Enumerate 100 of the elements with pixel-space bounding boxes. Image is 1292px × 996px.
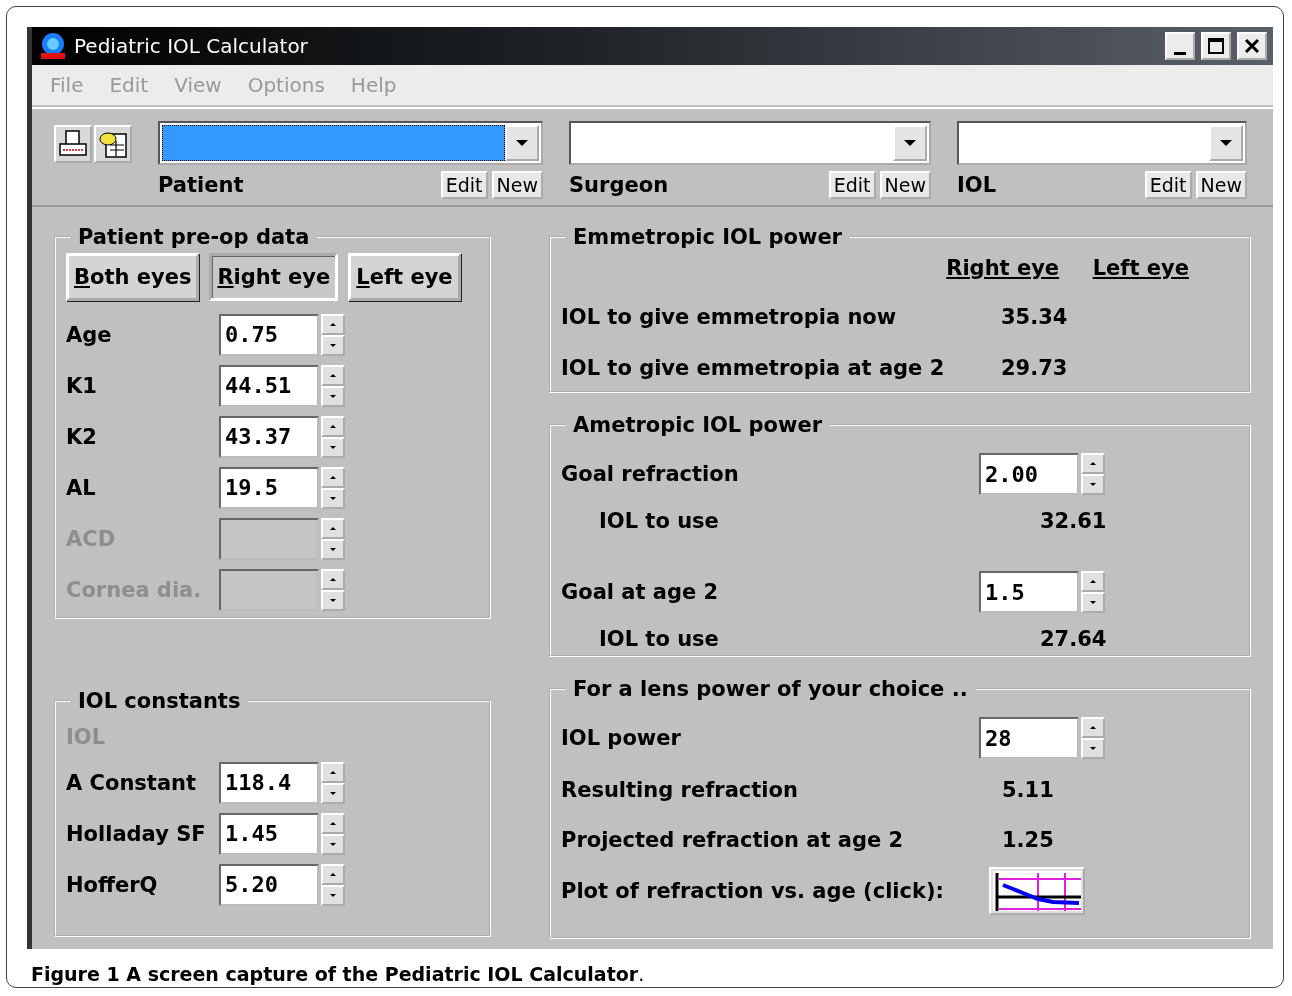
down-arrow-icon bbox=[330, 343, 336, 347]
selector-label: Surgeon bbox=[569, 173, 670, 197]
number-field[interactable]: 28 bbox=[979, 717, 1079, 759]
spin-up-button[interactable] bbox=[321, 364, 345, 386]
dropdown-field[interactable] bbox=[569, 121, 931, 165]
spin-down-button[interactable] bbox=[321, 833, 345, 855]
plot-button[interactable] bbox=[989, 867, 1085, 915]
figure-caption: Figure 1 A screen capture of the Pediatric IOL Calculator. bbox=[31, 963, 646, 985]
spin-down-button[interactable] bbox=[321, 436, 345, 458]
spin-down-button[interactable] bbox=[1081, 738, 1105, 759]
spin-down-button[interactable] bbox=[321, 589, 345, 611]
down-arrow-icon bbox=[330, 394, 336, 398]
result-value: 35.34 bbox=[1001, 304, 1068, 329]
spin-down-button[interactable] bbox=[1081, 474, 1105, 495]
result-label: Resulting refraction bbox=[561, 778, 799, 802]
spin-down-button[interactable] bbox=[321, 538, 345, 560]
line-chart-icon bbox=[993, 871, 1081, 911]
up-arrow-icon bbox=[1090, 580, 1096, 583]
number-field[interactable]: 43.37 bbox=[219, 415, 319, 458]
close-button[interactable] bbox=[1237, 32, 1267, 60]
caret-icon bbox=[1220, 140, 1232, 146]
dropdown-button[interactable] bbox=[893, 125, 927, 161]
window-title: Pediatric IOL Calculator bbox=[74, 34, 309, 58]
spin-down-button[interactable] bbox=[321, 334, 345, 356]
down-arrow-icon bbox=[1090, 483, 1096, 486]
result-label: IOL to use bbox=[598, 509, 720, 533]
group-title: IOL constants bbox=[77, 689, 242, 713]
record-button[interactable]: New bbox=[1195, 171, 1247, 199]
spin-up-button[interactable] bbox=[321, 415, 345, 437]
up-arrow-icon bbox=[330, 577, 336, 581]
number-field[interactable]: 1.45 bbox=[219, 812, 319, 855]
spin-down-button[interactable] bbox=[321, 487, 345, 509]
number-field[interactable]: 1.5 bbox=[979, 571, 1079, 613]
down-arrow-icon bbox=[330, 893, 336, 897]
result-value: 29.73 bbox=[1001, 355, 1068, 380]
field-label: Goal at age 2 bbox=[561, 580, 720, 604]
column-header: Left eye bbox=[1092, 256, 1190, 280]
down-arrow-icon bbox=[330, 842, 336, 846]
down-arrow-icon bbox=[330, 547, 336, 551]
group-title: Patient pre-op data bbox=[77, 225, 311, 249]
eye-button[interactable]: Right eye bbox=[209, 253, 339, 301]
up-arrow-icon bbox=[330, 770, 336, 774]
number-field[interactable]: 2.00 bbox=[979, 453, 1079, 495]
record-button[interactable]: New bbox=[879, 171, 931, 199]
app-logo-icon bbox=[38, 31, 68, 61]
number-field[interactable]: 19.5 bbox=[219, 466, 319, 509]
print-button[interactable] bbox=[54, 125, 92, 163]
spin-down-button[interactable] bbox=[321, 385, 345, 407]
spin-up-button[interactable] bbox=[321, 761, 345, 783]
result-label: IOL to give emmetropia now bbox=[561, 304, 898, 329]
number-field[interactable]: 118.4 bbox=[219, 761, 319, 804]
dropdown-button[interactable] bbox=[505, 125, 539, 161]
group-title: Ametropic IOL power bbox=[572, 413, 823, 437]
maximize-button[interactable] bbox=[1201, 32, 1231, 60]
spin-up-button[interactable] bbox=[321, 812, 345, 834]
spin-up-button[interactable] bbox=[1081, 453, 1105, 474]
spin-up-button[interactable] bbox=[321, 517, 345, 539]
spin-up-button[interactable] bbox=[321, 313, 345, 335]
dropdown-button[interactable] bbox=[1209, 125, 1243, 161]
down-arrow-icon bbox=[1090, 747, 1096, 750]
column-header: Right eye bbox=[946, 256, 1061, 280]
minimize-button[interactable] bbox=[1165, 32, 1195, 60]
result-value: 32.61 bbox=[1039, 509, 1107, 533]
dropdown-field[interactable] bbox=[957, 121, 1247, 165]
spin-up-button[interactable] bbox=[321, 466, 345, 488]
up-arrow-icon bbox=[330, 322, 336, 326]
record-button[interactable]: Edit bbox=[828, 171, 876, 199]
worksheet-button[interactable] bbox=[94, 125, 132, 163]
field-label: K2 bbox=[66, 424, 98, 449]
result-label: IOL to give emmetropia at age 2 bbox=[561, 355, 946, 380]
number-field[interactable]: 5.20 bbox=[219, 863, 319, 906]
number-field[interactable]: 0.75 bbox=[219, 313, 319, 356]
field-label: AL bbox=[66, 475, 97, 500]
up-arrow-icon bbox=[330, 821, 336, 825]
up-arrow-icon bbox=[330, 526, 336, 530]
record-button[interactable]: Edit bbox=[1144, 171, 1192, 199]
spin-up-button[interactable] bbox=[321, 568, 345, 590]
down-arrow-icon bbox=[330, 445, 336, 449]
result-value: 5.11 bbox=[1001, 778, 1054, 802]
down-arrow-icon bbox=[1090, 601, 1096, 604]
field-label: HofferQ bbox=[66, 872, 159, 897]
spin-up-button[interactable] bbox=[1081, 571, 1105, 592]
record-button[interactable]: Edit bbox=[440, 171, 488, 199]
spin-down-button[interactable] bbox=[321, 884, 345, 906]
number-field[interactable]: 44.51 bbox=[219, 364, 319, 407]
eye-button[interactable]: Left eye bbox=[348, 253, 461, 301]
field-label: K1 bbox=[66, 373, 98, 398]
field-label: Plot of refraction vs. age (click): bbox=[561, 879, 945, 903]
eye-button[interactable]: Both eyes bbox=[66, 253, 200, 301]
spin-down-button[interactable] bbox=[321, 782, 345, 804]
field-label: Goal refraction bbox=[561, 462, 740, 486]
record-button[interactable]: New bbox=[491, 171, 543, 199]
spin-up-button[interactable] bbox=[1081, 717, 1105, 738]
up-arrow-icon bbox=[330, 424, 336, 428]
field-label: Holladay SF bbox=[66, 821, 207, 846]
group-title: For a lens power of your choice .. bbox=[572, 677, 969, 701]
dropdown-field[interactable] bbox=[158, 121, 543, 165]
spin-up-button[interactable] bbox=[321, 863, 345, 885]
selector-label: Patient bbox=[158, 173, 245, 197]
spin-down-button[interactable] bbox=[1081, 592, 1105, 613]
